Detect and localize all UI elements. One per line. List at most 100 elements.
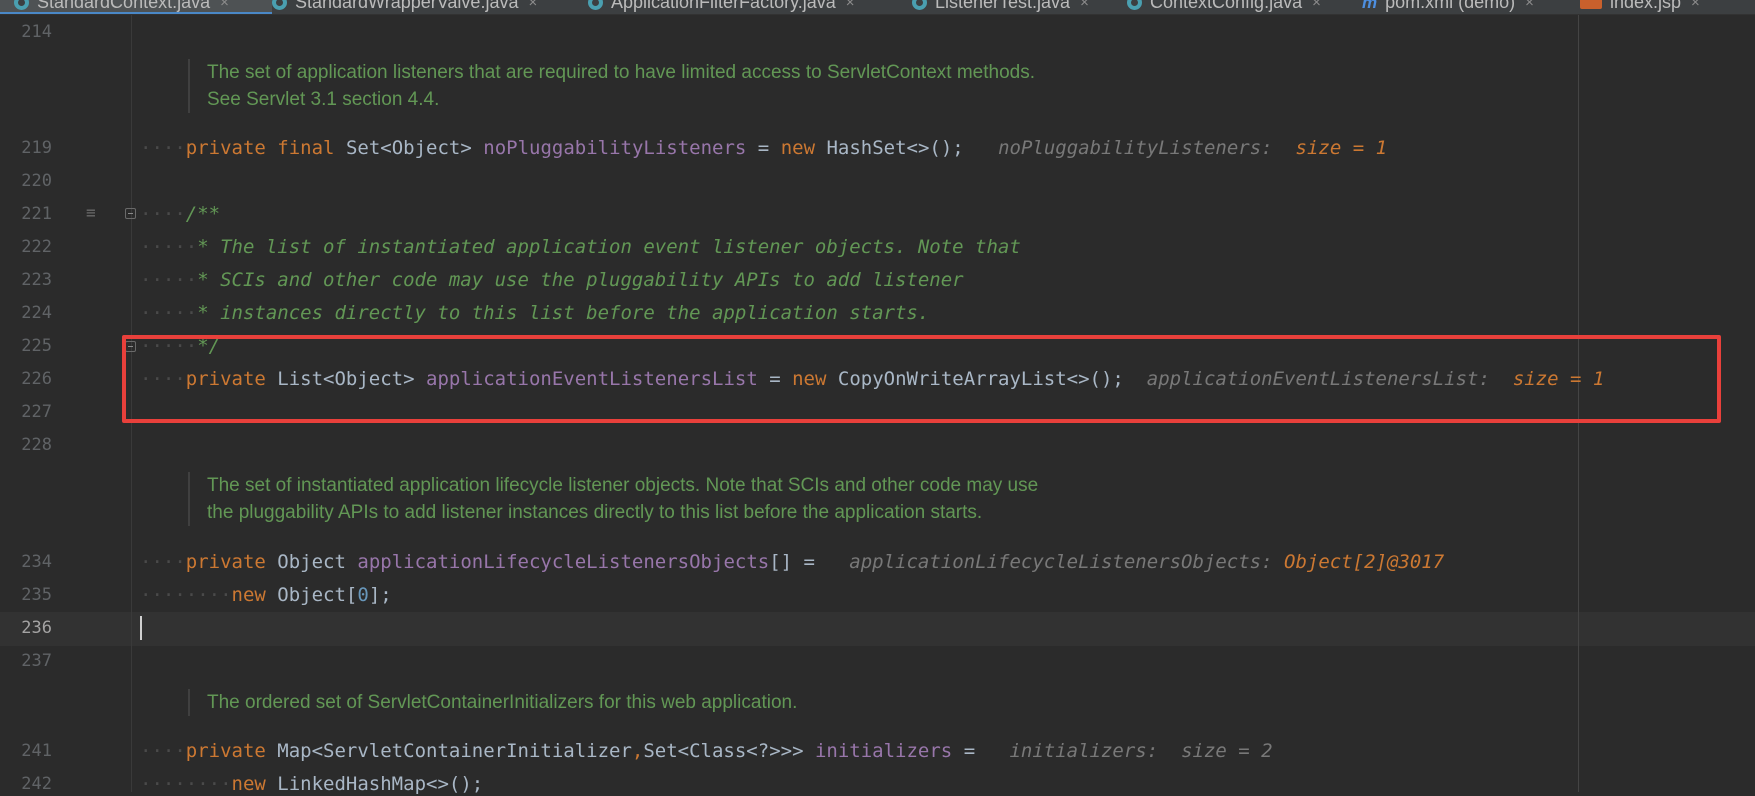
keyword: private	[185, 137, 266, 159]
line-number: 227	[21, 402, 52, 422]
debug-hint-value: size = 2	[1181, 740, 1273, 762]
operator: =	[952, 740, 976, 762]
debug-hint-value: Object[2]@3017	[1284, 551, 1445, 573]
doc-line: The set of application listeners that ar…	[207, 62, 1035, 83]
comment: * The list of instantiated application e…	[197, 236, 1021, 258]
close-icon[interactable]: ×	[1312, 0, 1321, 11]
tab-application-filter-factory[interactable]: ApplicationFilterFactory.java ×	[588, 0, 855, 14]
type: Set<Class<?>>>	[643, 740, 804, 762]
line-number-current: 236	[21, 618, 52, 638]
tab-label: StandardWrapperValve.java	[295, 0, 519, 12]
code-line-221: ····/**	[140, 202, 220, 226]
whitespace-dots: ····	[140, 551, 186, 573]
close-icon[interactable]: ×	[846, 0, 855, 11]
close-icon[interactable]: ×	[528, 0, 537, 11]
whitespace-dots: ·····	[140, 269, 198, 291]
line-number: 219	[21, 138, 52, 158]
doc-line: The ordered set of ServletContainerIniti…	[207, 692, 798, 713]
type: Set<Object>	[345, 137, 472, 159]
tab-context-config[interactable]: ContextConfig.java ×	[1127, 0, 1321, 14]
keyword: private	[185, 740, 266, 762]
line-number: 214	[21, 22, 52, 42]
whitespace-dots: ·····	[140, 302, 198, 324]
class-icon	[14, 0, 29, 10]
doc-line: The set of instantiated application life…	[207, 475, 1039, 496]
class-icon	[272, 0, 287, 10]
tab-index-jsp[interactable]: index.jsp ×	[1580, 0, 1700, 14]
tab-label: ListenerTest.java	[935, 0, 1071, 12]
whitespace-dots: ········	[140, 584, 232, 606]
line-number: 225	[21, 336, 52, 356]
whitespace-dots: ····	[140, 740, 186, 762]
whitespace-dots: ····	[140, 137, 186, 159]
code-line-222: ·····* The list of instantiated applicat…	[140, 235, 1021, 259]
editor-tab-bar: StandardContext.java × StandardWrapperVa…	[0, 0, 1755, 15]
line-number: 228	[21, 435, 52, 455]
text-caret	[140, 616, 142, 640]
comment: * instances directly to this list before…	[197, 302, 930, 324]
keyword: new	[231, 584, 266, 606]
tab-label: pom.xml (demo)	[1385, 0, 1516, 12]
class-icon	[588, 0, 603, 10]
field-name: initializers	[814, 740, 953, 762]
annotation-highlight-box	[122, 335, 1721, 423]
type: Map<ServletContainerInitializer	[277, 740, 632, 762]
fold-marker-icon[interactable]	[125, 208, 136, 219]
punctuation: ,	[631, 740, 644, 762]
debug-hint-name: applicationLifecycleListenersObjects:	[849, 551, 1273, 573]
line-number: 221	[21, 204, 52, 224]
line-number: 220	[21, 171, 52, 191]
close-icon[interactable]: ×	[220, 0, 229, 11]
code-line-235: ········new Object[0];	[140, 583, 392, 607]
code-line-219: ····private final Set<Object> noPluggabi…	[140, 136, 1387, 160]
tab-listener-test[interactable]: ListenerTest.java ×	[912, 0, 1089, 14]
keyword: private	[185, 551, 266, 573]
close-icon[interactable]: ×	[1080, 0, 1089, 11]
whitespace-dots: ·····	[140, 236, 198, 258]
doc-line: See Servlet 3.1 section 4.4.	[207, 89, 440, 110]
keyword: new	[780, 137, 816, 159]
rendered-javadoc: The ordered set of ServletContainerIniti…	[188, 689, 797, 716]
debug-hint-value: size = 1	[1295, 137, 1388, 159]
debug-hint-name: noPluggabilityListeners:	[998, 137, 1273, 159]
type: Object	[277, 551, 346, 573]
number: 0	[357, 584, 369, 606]
code-line-242: ········new LinkedHashMap<>();	[140, 772, 483, 796]
rendered-javadoc: The set of application listeners that ar…	[188, 59, 1035, 113]
operator: ];	[368, 584, 392, 606]
class-icon	[1127, 0, 1142, 10]
line-number: 226	[21, 369, 52, 389]
line-number: 235	[21, 585, 52, 605]
close-icon[interactable]: ×	[1525, 0, 1534, 11]
code-line-234: ····private Object applicationLifecycleL…	[140, 550, 1444, 574]
comment: * SCIs and other code may use the plugga…	[197, 269, 964, 291]
code-line-223: ·····* SCIs and other code may use the p…	[140, 268, 964, 292]
comment: /**	[185, 203, 221, 225]
field-name: applicationLifecycleListenersObjects	[357, 551, 770, 573]
rendered-doc-toggle-icon[interactable]: ≡	[86, 203, 96, 222]
close-icon[interactable]: ×	[1691, 0, 1700, 11]
line-number: 222	[21, 237, 52, 257]
tab-label: index.jsp	[1610, 0, 1682, 12]
code-line-224: ·····* instances directly to this list b…	[140, 301, 929, 325]
tab-standard-wrapper-valve[interactable]: StandardWrapperValve.java ×	[272, 0, 537, 14]
operator: [] =	[769, 551, 815, 573]
tab-label: StandardContext.java	[37, 0, 211, 12]
constructor: HashSet<>();	[826, 137, 964, 159]
tab-standard-context[interactable]: StandardContext.java ×	[0, 0, 272, 14]
whitespace-dots: ····	[140, 203, 186, 225]
tab-pom-xml[interactable]: m pom.xml (demo) ×	[1362, 0, 1534, 14]
doc-line: the pluggability APIs to add listener in…	[207, 502, 983, 523]
rendered-javadoc: The set of instantiated application life…	[188, 472, 1038, 526]
debug-hint-name: initializers:	[1009, 740, 1159, 762]
line-number: 237	[21, 651, 52, 671]
operator: =	[746, 137, 781, 159]
current-line-highlight	[0, 612, 1755, 646]
maven-icon: m	[1362, 0, 1378, 12]
jsp-icon	[1580, 0, 1602, 9]
line-number: 223	[21, 270, 52, 290]
code-line-241: ····private Map<ServletContainerInitiali…	[140, 739, 1273, 763]
keyword: final	[277, 137, 335, 159]
class-icon	[912, 0, 927, 10]
line-number: 242	[21, 774, 52, 794]
